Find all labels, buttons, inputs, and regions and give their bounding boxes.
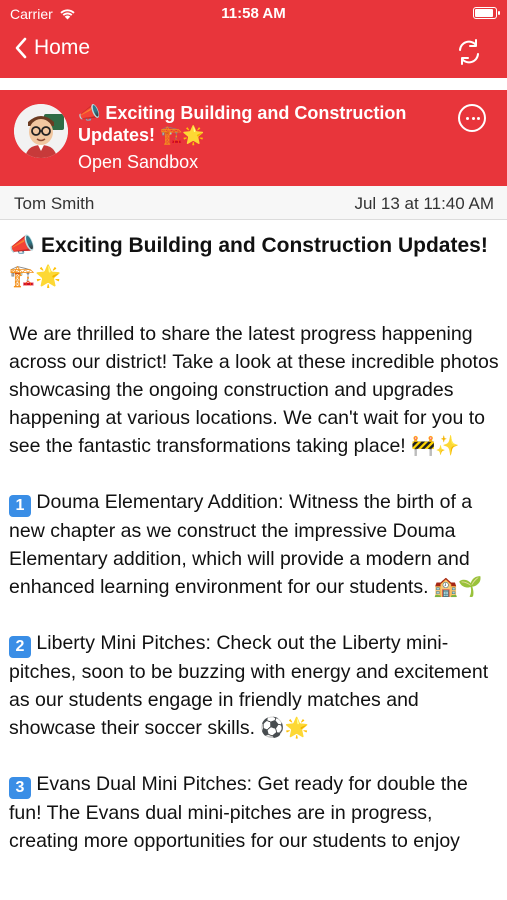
teacher-avatar-icon [14,104,68,158]
post-body: 📣 Exciting Building and Construction Upd… [9,230,504,883]
post-paragraph-liberty: 2 Liberty Mini Pitches: Check out the Li… [9,629,504,742]
post-date: Jul 13 at 11:40 AM [354,194,494,213]
battery-icon [473,7,500,19]
more-options-button[interactable] [458,104,486,132]
back-button[interactable]: Home [14,36,90,60]
post-paragraph-evans: 3 Evans Dual Mini Pitches: Get ready for… [9,770,504,855]
post-title: 📣 Exciting Building and Construction Upd… [9,234,488,288]
channel-header: 📣 Exciting Building and Construction Upd… [0,90,507,186]
liberty-text: Liberty Mini Pitches: Check out the Libe… [9,632,489,739]
top-bar: Carrier 11:58 AM Home [0,0,507,78]
back-label: Home [34,36,91,59]
post-author: Tom Smith [14,194,95,213]
evans-text: Evans Dual Mini Pitches: Get ready for d… [9,773,468,852]
chevron-left-icon [15,37,27,59]
channel-title: 📣 Exciting Building and Construction Upd… [78,103,407,145]
post-paragraph-intro: We are thrilled to share the latest prog… [9,323,499,457]
status-time: 11:58 AM [221,5,286,22]
post-paragraph-douma: 1 Douma Elementary Addition: Witness the… [9,488,504,601]
douma-text: Douma Elementary Addition: Witness the b… [9,491,483,598]
number-badge-2: 2 [9,636,31,658]
number-badge-3: 3 [9,777,31,799]
header-divider [0,78,507,90]
refresh-button[interactable] [455,38,483,71]
number-badge-1: 1 [9,495,31,517]
status-bar: Carrier 11:58 AM [0,0,507,28]
post-meta: Tom Smith Jul 13 at 11:40 AM [0,186,507,220]
avatar[interactable] [14,104,68,158]
channel-subtitle[interactable]: Open Sandbox [78,152,198,173]
refresh-icon [459,39,479,65]
